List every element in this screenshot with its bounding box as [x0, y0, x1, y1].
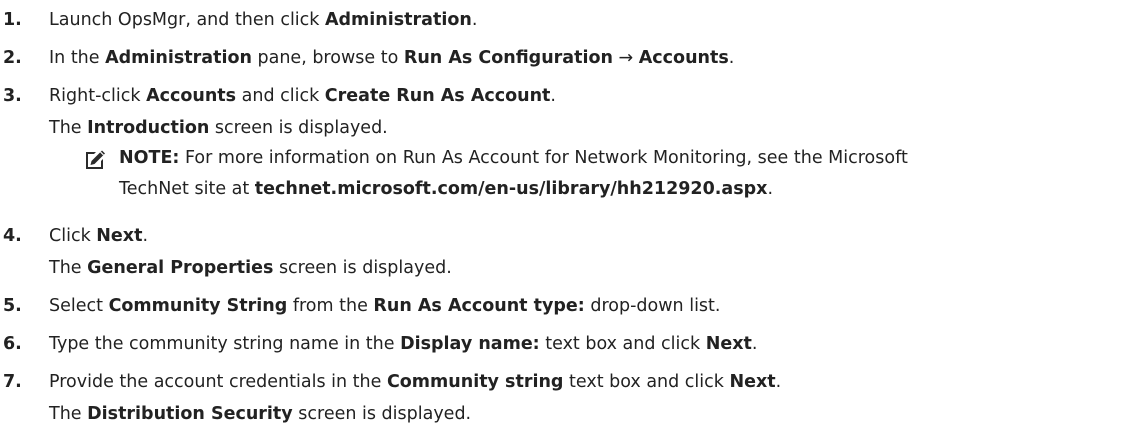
bold-term: Run As Account type:: [373, 296, 585, 316]
step-number: 2.: [3, 48, 22, 68]
bold-term: Accounts: [146, 86, 237, 106]
bold-term: Community String: [108, 296, 288, 316]
bold-term: Next: [729, 372, 776, 392]
step-text: In the Administration pane, browse to Ru…: [49, 42, 734, 74]
step-number: 6.: [3, 334, 22, 354]
text-run: .: [728, 48, 735, 68]
note-text-prefix: TechNet site at: [119, 179, 255, 199]
text-run: text box and click: [539, 334, 706, 354]
bold-term: Create Run As Account: [324, 86, 551, 106]
text-run: from the: [287, 296, 374, 316]
bold-term: Administration: [105, 48, 252, 68]
step-number: 5.: [3, 296, 22, 316]
step-result-text: The General Properties screen is display…: [49, 252, 452, 284]
text-run: The: [49, 258, 88, 278]
text-run: Launch OpsMgr, and then click: [49, 10, 325, 30]
step-result-text: The Introduction screen is displayed.: [49, 112, 388, 144]
note-link[interactable]: technet.microsoft.com/en-us/library/hh21…: [255, 179, 768, 199]
bold-term: Distribution Security: [87, 404, 293, 424]
note-line-2: TechNet site at technet.microsoft.com/en…: [119, 173, 773, 205]
text-run: screen is displayed.: [292, 404, 472, 424]
text-run: .: [471, 10, 478, 30]
bold-term: Accounts: [638, 48, 729, 68]
text-run: .: [775, 372, 782, 392]
text-run: drop-down list.: [584, 296, 721, 316]
text-run: Right-click: [49, 86, 147, 106]
step-number: 7.: [3, 372, 22, 392]
text-run: Select: [49, 296, 109, 316]
bold-term: General Properties: [87, 258, 274, 278]
step-text: Launch OpsMgr, and then click Administra…: [49, 4, 477, 36]
note-label: NOTE:: [119, 148, 180, 168]
text-run: screen is displayed.: [273, 258, 452, 278]
step-text: Right-click Accounts and click Create Ru…: [49, 80, 556, 112]
text-run: Type the community string name in the: [49, 334, 401, 354]
step-text: Type the community string name in the Di…: [49, 328, 757, 360]
text-run: .: [550, 86, 556, 106]
step-number: 4.: [3, 226, 22, 246]
step-number: 1.: [3, 10, 22, 30]
step-text: Select Community String from the Run As …: [49, 290, 720, 322]
text-run: Provide the account credentials in the: [49, 372, 387, 392]
text-run: and click: [236, 86, 325, 106]
text-run: screen is displayed.: [209, 118, 388, 138]
document-page: 1. Launch OpsMgr, and then click Adminis…: [0, 0, 1121, 448]
pencil-note-icon: [86, 150, 105, 169]
bold-term: Display name:: [400, 334, 540, 354]
step-number: 3.: [3, 86, 22, 106]
bold-term: Run As Configuration: [403, 48, 613, 68]
step-result-text: The Distribution Security screen is disp…: [49, 398, 471, 430]
note-text: For more information on Run As Account f…: [179, 148, 908, 168]
text-run: The: [49, 404, 88, 424]
text-run: pane, browse to: [251, 48, 404, 68]
text-run: →: [612, 48, 639, 68]
text-run: .: [751, 334, 758, 354]
bold-term: Next: [705, 334, 752, 354]
bold-term: Introduction: [87, 118, 210, 138]
note-line-1: NOTE: For more information on Run As Acc…: [119, 142, 908, 174]
note-text-suffix: .: [767, 179, 774, 199]
text-run: Click: [49, 226, 97, 246]
bold-term: Next: [96, 226, 143, 246]
text-run: .: [142, 226, 149, 246]
bold-term: Community string: [386, 372, 564, 392]
text-run: The: [49, 118, 88, 138]
step-text: Click Next.: [49, 220, 148, 252]
text-run: In the: [49, 48, 106, 68]
step-text: Provide the account credentials in the C…: [49, 366, 781, 398]
text-run: text box and click: [563, 372, 730, 392]
bold-term: Administration: [324, 10, 472, 30]
